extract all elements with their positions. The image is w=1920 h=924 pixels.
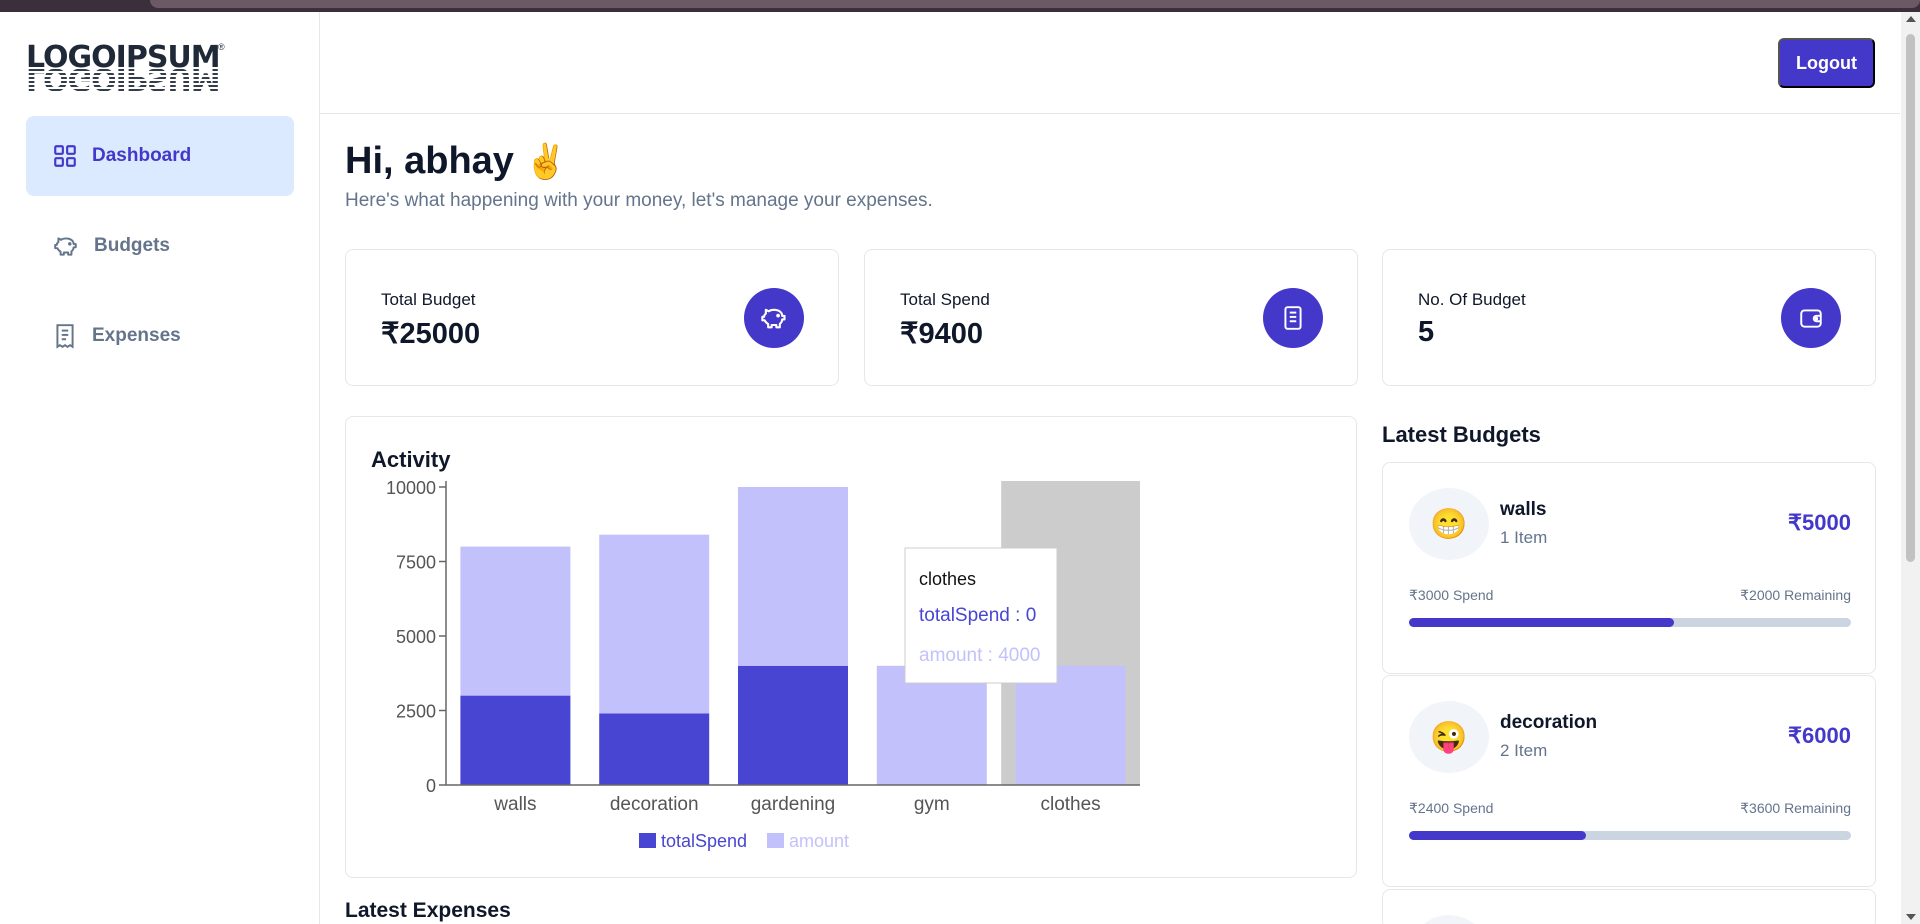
bar-amount-walls[interactable] <box>460 546 571 696</box>
budget-item-count: 1 Item <box>1500 528 1548 547</box>
x-tick-label: decoration <box>610 794 699 815</box>
sidebar-item-budgets[interactable]: Budgets <box>26 206 294 286</box>
x-tick-label: walls <box>493 794 536 815</box>
legend-swatch-totalSpend <box>639 833 656 848</box>
grid-icon <box>54 145 76 167</box>
budget-amount: ₹6000 <box>1788 723 1851 748</box>
bar-amount-gardening[interactable] <box>738 487 848 666</box>
scroll-down-arrow-icon[interactable] <box>1906 914 1916 920</box>
top-header: Logout <box>320 12 1900 114</box>
y-tick-label: 2500 <box>396 702 436 722</box>
x-tick-label: clothes <box>1040 794 1100 815</box>
piggy-bank-icon <box>744 288 804 348</box>
budget-amount: ₹5000 <box>1788 510 1851 535</box>
budget-emoji-circle-partial <box>1409 915 1489 924</box>
bar-amount-decoration[interactable] <box>599 534 710 714</box>
budget-emoji: 😁 <box>1409 488 1489 560</box>
sidebar-item-label: Expenses <box>92 325 181 346</box>
stat-label: Total Budget <box>381 290 476 309</box>
latest-budgets-title: Latest Budgets <box>1382 422 1541 447</box>
receipt-icon <box>1263 288 1323 348</box>
bar-amount-clothes[interactable] <box>1015 665 1126 785</box>
legend-label-totalSpend: totalSpend <box>661 831 747 851</box>
activity-bar-chart[interactable]: walls decoration gardening gym clothes 0 2500 5… <box>346 417 1358 879</box>
budget-name: walls <box>1500 499 1547 520</box>
bar-totalSpend-decoration[interactable] <box>599 713 710 785</box>
sidebar-item-label: Dashboard <box>92 145 192 166</box>
budget-item-count: 2 Item <box>1500 741 1548 760</box>
wallet-icon <box>1781 288 1841 348</box>
tooltip-category: clothes <box>919 569 976 589</box>
stat-card-total-budget: Total Budget ₹25000 <box>345 249 839 386</box>
greeting-text: Hi, abhay <box>345 140 514 182</box>
bar-amount-gym[interactable] <box>876 665 987 785</box>
sidebar-item-expenses[interactable]: Expenses <box>26 296 294 376</box>
budget-card-decoration[interactable]: 😜 decoration 2 Item ₹6000 ₹2400 Spend ₹3… <box>1382 675 1876 887</box>
budget-emoji: 😜 <box>1409 701 1489 773</box>
budget-remaining: ₹2000 Remaining <box>1740 587 1851 603</box>
page-scrollbar[interactable] <box>1901 12 1920 924</box>
legend-label-amount: amount <box>789 831 849 851</box>
y-tick-label: 5000 <box>396 627 436 647</box>
bar-totalSpend-walls[interactable] <box>460 695 571 785</box>
logo-reflection: LOGOIPSUM <box>26 61 226 96</box>
page-title: Hi, abhay ✌️ <box>345 140 567 183</box>
logo[interactable]: LOGOIPSUM LOGOIPSUM ® <box>26 40 226 102</box>
x-tick-label: gardening <box>751 794 836 815</box>
browser-top-strip <box>0 0 1920 12</box>
sidebar-item-label: Budgets <box>94 235 170 256</box>
tooltip-total-spend: totalSpend : 0 <box>919 605 1036 626</box>
budget-progress-fill <box>1409 618 1675 627</box>
sidebar-item-dashboard[interactable]: Dashboard <box>26 116 294 196</box>
piggy-bank-icon <box>54 237 77 256</box>
budget-spend: ₹3000 Spend <box>1409 587 1494 603</box>
legend-swatch-amount <box>767 833 784 848</box>
budget-spend: ₹2400 Spend <box>1409 800 1494 816</box>
activity-card: Activity walls decoration gardening gym clot… <box>345 416 1357 878</box>
page-subtitle: Here's what happening with your money, l… <box>345 190 933 211</box>
stat-value: ₹25000 <box>381 318 481 350</box>
sidebar: LOGOIPSUM LOGOIPSUM ® Dashboard Budgets … <box>0 12 320 924</box>
budget-progress-fill <box>1409 831 1586 840</box>
stat-card-total-spend: Total Spend ₹9400 <box>864 249 1358 386</box>
scroll-up-arrow-icon[interactable] <box>1906 16 1916 22</box>
stat-value: 5 <box>1418 316 1435 348</box>
scroll-thumb[interactable] <box>1906 34 1915 562</box>
latest-expenses-title: Latest Expenses <box>345 899 511 922</box>
stat-card-no-of-budget: No. Of Budget 5 <box>1382 249 1876 386</box>
y-tick-label: 7500 <box>396 553 436 573</box>
budget-card-partial[interactable] <box>1382 889 1876 924</box>
logout-button[interactable]: Logout <box>1778 38 1875 88</box>
budget-name: decoration <box>1500 712 1598 733</box>
receipt-icon <box>56 324 74 349</box>
y-tick-label: 10000 <box>386 478 436 498</box>
y-tick-label: 0 <box>426 776 436 796</box>
x-tick-label: gym <box>914 794 950 815</box>
stat-label: No. Of Budget <box>1418 290 1526 309</box>
budget-remaining: ₹3600 Remaining <box>1740 800 1851 816</box>
tooltip-amount: amount : 4000 <box>919 645 1040 666</box>
budget-progress-bar <box>1409 831 1851 840</box>
budget-card-walls[interactable]: 😁 walls 1 Item ₹5000 ₹3000 Spend ₹2000 R… <box>1382 462 1876 674</box>
logo-registered-mark: ® <box>218 42 225 52</box>
stat-label: Total Spend <box>900 290 990 309</box>
budget-progress-bar <box>1409 618 1851 627</box>
bar-totalSpend-gardening[interactable] <box>738 665 848 785</box>
stat-value: ₹9400 <box>900 318 983 350</box>
victory-hand-emoji: ✌️ <box>524 143 567 181</box>
